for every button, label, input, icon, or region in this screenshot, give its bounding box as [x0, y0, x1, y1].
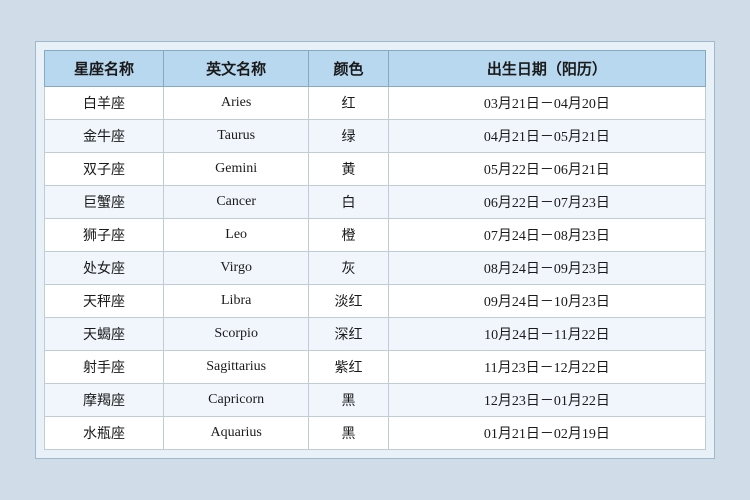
table-row: 摩羯座Capricorn黑12月23日－01月22日: [45, 384, 706, 417]
cell-date: 12月23日－01月22日: [388, 384, 705, 417]
cell-english: Virgo: [163, 252, 308, 285]
cell-chinese: 射手座: [45, 351, 164, 384]
cell-chinese: 天秤座: [45, 285, 164, 318]
header-date: 出生日期（阳历）: [388, 51, 705, 87]
zodiac-table: 星座名称 英文名称 颜色 出生日期（阳历） 白羊座Aries红03月21日－04…: [44, 50, 706, 450]
cell-english: Aries: [163, 87, 308, 120]
cell-date: 07月24日－08月23日: [388, 219, 705, 252]
table-row: 狮子座Leo橙07月24日－08月23日: [45, 219, 706, 252]
cell-chinese: 天蝎座: [45, 318, 164, 351]
cell-english: Leo: [163, 219, 308, 252]
cell-chinese: 水瓶座: [45, 417, 164, 450]
cell-english: Libra: [163, 285, 308, 318]
cell-chinese: 巨蟹座: [45, 186, 164, 219]
header-english: 英文名称: [163, 51, 308, 87]
cell-date: 06月22日－07月23日: [388, 186, 705, 219]
cell-english: Gemini: [163, 153, 308, 186]
table-row: 双子座Gemini黄05月22日－06月21日: [45, 153, 706, 186]
cell-date: 09月24日－10月23日: [388, 285, 705, 318]
cell-color: 黑: [309, 417, 388, 450]
cell-color: 绿: [309, 120, 388, 153]
cell-date: 08月24日－09月23日: [388, 252, 705, 285]
cell-color: 橙: [309, 219, 388, 252]
table-row: 巨蟹座Cancer白06月22日－07月23日: [45, 186, 706, 219]
table-row: 白羊座Aries红03月21日－04月20日: [45, 87, 706, 120]
cell-english: Cancer: [163, 186, 308, 219]
cell-chinese: 金牛座: [45, 120, 164, 153]
cell-color: 黄: [309, 153, 388, 186]
cell-date: 05月22日－06月21日: [388, 153, 705, 186]
cell-color: 黑: [309, 384, 388, 417]
cell-english: Capricorn: [163, 384, 308, 417]
table-row: 金牛座Taurus绿04月21日－05月21日: [45, 120, 706, 153]
cell-color: 紫红: [309, 351, 388, 384]
table-row: 射手座Sagittarius紫红11月23日－12月22日: [45, 351, 706, 384]
cell-english: Taurus: [163, 120, 308, 153]
header-chinese: 星座名称: [45, 51, 164, 87]
table-row: 天秤座Libra淡红09月24日－10月23日: [45, 285, 706, 318]
table-row: 天蝎座Scorpio深红10月24日－11月22日: [45, 318, 706, 351]
cell-date: 10月24日－11月22日: [388, 318, 705, 351]
cell-color: 灰: [309, 252, 388, 285]
cell-color: 深红: [309, 318, 388, 351]
cell-english: Aquarius: [163, 417, 308, 450]
cell-date: 04月21日－05月21日: [388, 120, 705, 153]
table-body: 白羊座Aries红03月21日－04月20日金牛座Taurus绿04月21日－0…: [45, 87, 706, 450]
cell-chinese: 处女座: [45, 252, 164, 285]
table-header-row: 星座名称 英文名称 颜色 出生日期（阳历）: [45, 51, 706, 87]
cell-color: 淡红: [309, 285, 388, 318]
zodiac-table-container: 星座名称 英文名称 颜色 出生日期（阳历） 白羊座Aries红03月21日－04…: [35, 41, 715, 459]
cell-english: Scorpio: [163, 318, 308, 351]
cell-english: Sagittarius: [163, 351, 308, 384]
table-row: 水瓶座Aquarius黑01月21日－02月19日: [45, 417, 706, 450]
cell-date: 01月21日－02月19日: [388, 417, 705, 450]
cell-chinese: 狮子座: [45, 219, 164, 252]
cell-chinese: 双子座: [45, 153, 164, 186]
cell-date: 03月21日－04月20日: [388, 87, 705, 120]
cell-chinese: 白羊座: [45, 87, 164, 120]
cell-date: 11月23日－12月22日: [388, 351, 705, 384]
header-color: 颜色: [309, 51, 388, 87]
cell-chinese: 摩羯座: [45, 384, 164, 417]
cell-color: 白: [309, 186, 388, 219]
table-row: 处女座Virgo灰08月24日－09月23日: [45, 252, 706, 285]
cell-color: 红: [309, 87, 388, 120]
